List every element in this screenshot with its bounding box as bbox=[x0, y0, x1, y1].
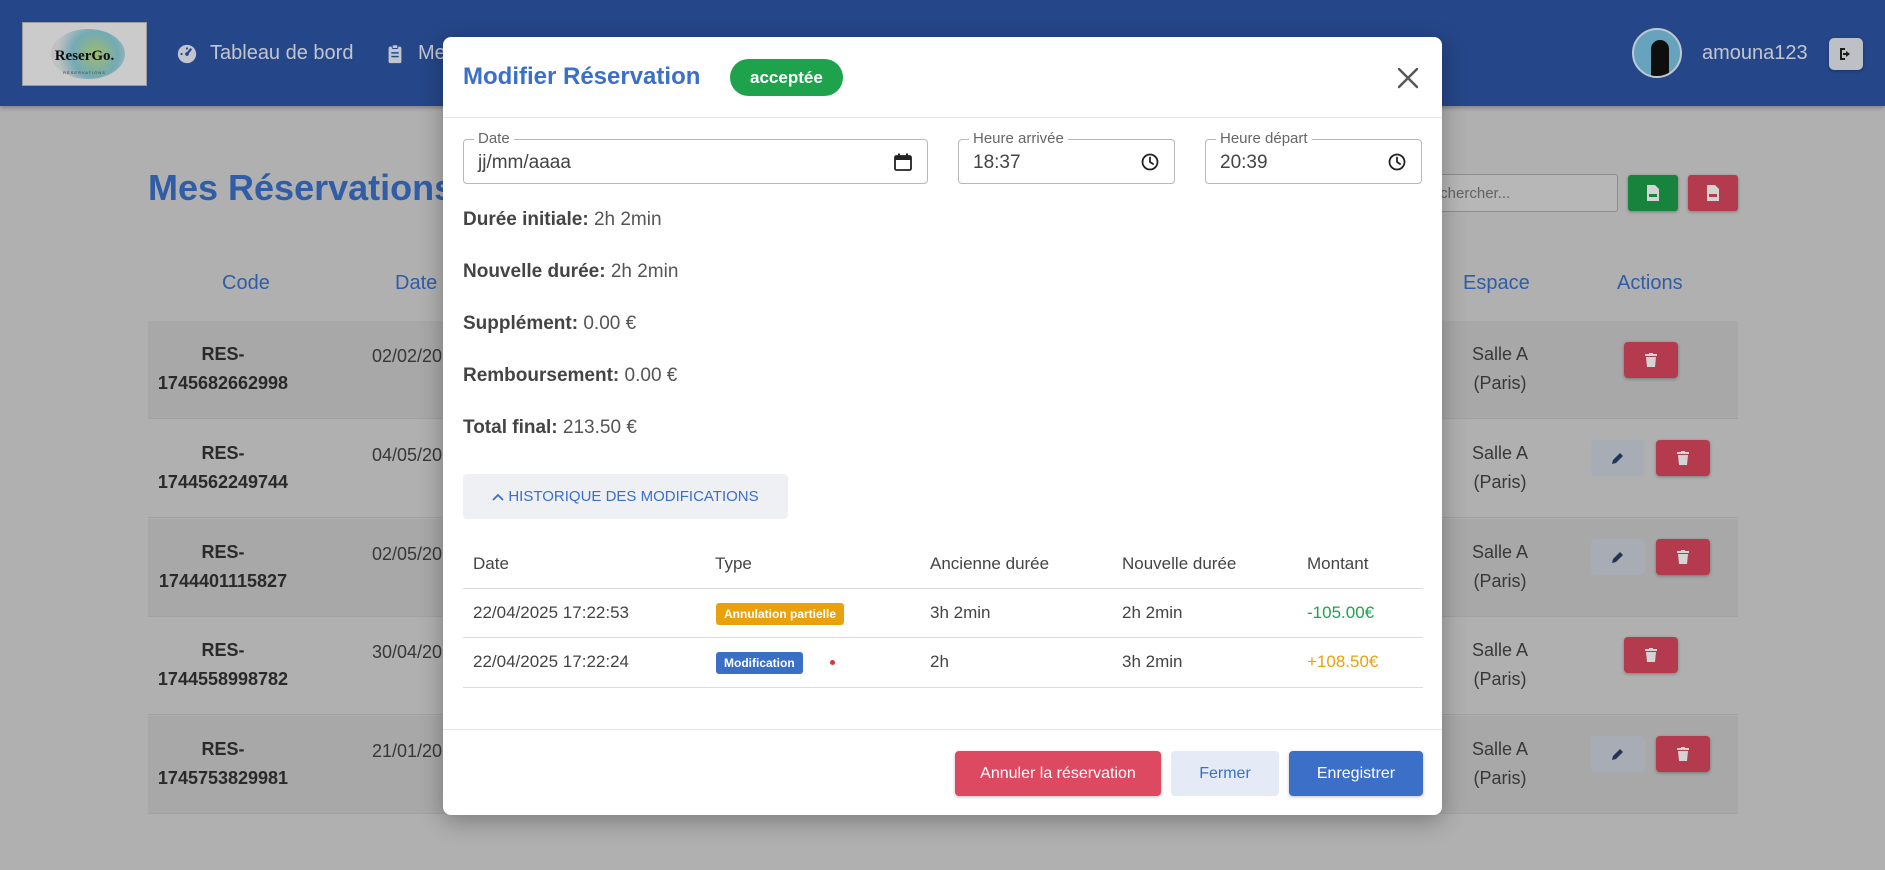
date-field[interactable]: Date jj/mm/aaaa bbox=[463, 131, 928, 184]
arrival-time-field[interactable]: Heure arrivée 18:37 bbox=[958, 131, 1175, 184]
departure-time-field[interactable]: Heure départ 20:39 bbox=[1205, 131, 1422, 184]
history-new-duration: 3h 2min bbox=[1122, 652, 1183, 671]
departure-time-value: 20:39 bbox=[1220, 152, 1268, 173]
clock-icon[interactable] bbox=[1140, 152, 1160, 172]
divider bbox=[463, 637, 1423, 638]
history-header-amount: Montant bbox=[1307, 554, 1369, 573]
chevron-up-icon bbox=[492, 493, 504, 501]
new-duration: Nouvelle durée: 2h 2min bbox=[463, 261, 679, 282]
history-amount: -105.00€ bbox=[1307, 603, 1375, 622]
close-modal-button[interactable]: Fermer bbox=[1171, 751, 1279, 796]
history-header-date: Date bbox=[473, 554, 509, 573]
departure-time-label: Heure départ bbox=[1216, 131, 1312, 147]
history-toggle-label: HISTORIQUE DES MODIFICATIONS bbox=[508, 488, 759, 505]
history-amount: +108.50€ bbox=[1307, 652, 1379, 671]
history-header-old-duration: Ancienne durée bbox=[930, 554, 1050, 573]
save-button[interactable]: Enregistrer bbox=[1289, 751, 1423, 796]
history-type-badge: Modification bbox=[716, 652, 803, 674]
history-header-type: Type bbox=[715, 554, 752, 573]
edit-reservation-modal: Modifier Réservation acceptée Date jj/mm… bbox=[443, 37, 1442, 815]
modal-header: Modifier Réservation acceptée bbox=[443, 37, 1442, 118]
history-old-duration: 2h bbox=[930, 652, 949, 671]
arrival-time-label: Heure arrivée bbox=[969, 131, 1068, 147]
calendar-icon[interactable] bbox=[893, 152, 913, 172]
history-toggle-button[interactable]: HISTORIQUE DES MODIFICATIONS bbox=[463, 474, 788, 519]
history-type-badge: Annulation partielle bbox=[716, 603, 845, 625]
history-header-new-duration: Nouvelle durée bbox=[1122, 554, 1237, 573]
initial-duration: Durée initiale: 2h 2min bbox=[463, 209, 662, 230]
history-new-duration: 2h 2min bbox=[1122, 603, 1183, 622]
close-icon bbox=[1397, 67, 1419, 89]
date-field-label: Date bbox=[474, 131, 514, 147]
modal-title: Modifier Réservation bbox=[463, 63, 701, 90]
date-field-value: jj/mm/aaaa bbox=[478, 152, 571, 173]
final-total: Total final: 213.50 € bbox=[463, 417, 637, 438]
divider bbox=[463, 687, 1423, 688]
indicator-dot bbox=[830, 660, 835, 665]
history-date: 22/04/2025 17:22:24 bbox=[473, 652, 629, 671]
cancel-reservation-button[interactable]: Annuler la réservation bbox=[955, 751, 1161, 796]
arrival-time-value: 18:37 bbox=[973, 152, 1021, 173]
modal-footer-divider bbox=[443, 729, 1442, 730]
status-badge: acceptée bbox=[730, 59, 843, 96]
refund: Remboursement: 0.00 € bbox=[463, 365, 678, 386]
divider bbox=[463, 588, 1423, 589]
clock-icon[interactable] bbox=[1387, 152, 1407, 172]
supplement: Supplément: 0.00 € bbox=[463, 313, 637, 334]
close-button[interactable] bbox=[1393, 63, 1423, 93]
history-date: 22/04/2025 17:22:53 bbox=[473, 603, 629, 622]
history-old-duration: 3h 2min bbox=[930, 603, 991, 622]
